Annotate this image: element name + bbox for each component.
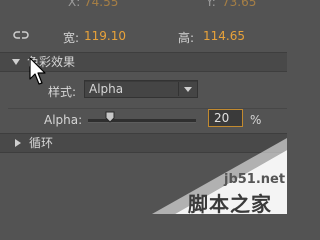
watermark-url: jb51.net: [224, 172, 286, 187]
watermark-site-name: 脚本之家: [188, 192, 272, 216]
